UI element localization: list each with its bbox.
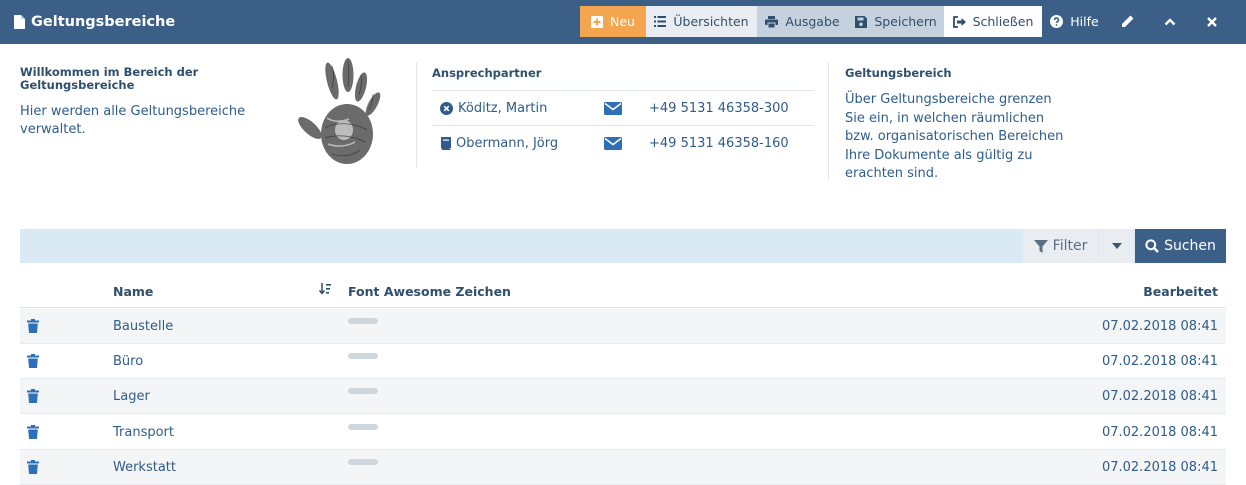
divider <box>828 62 829 180</box>
info-text: Über Geltungsbereiche grenzen Sie ein, i… <box>845 92 1064 181</box>
table-row[interactable]: Werkstatt 07.02.2018 08:41 <box>20 450 1226 485</box>
row-name: Werkstatt <box>113 460 176 475</box>
contact-phone: +49 5131 46358-300 <box>649 101 789 116</box>
print-icon <box>765 15 779 28</box>
print-button[interactable]: Ausgabe <box>757 6 848 37</box>
trash-icon[interactable] <box>27 319 39 333</box>
column-header-edited[interactable]: Bearbeitet <box>1143 284 1218 299</box>
caret-down-icon <box>1111 243 1122 249</box>
row-name: Transport <box>113 425 175 440</box>
table-header: Name Font Awesome Zeichen Bearbeitet <box>20 273 1226 308</box>
filter-button-label: Filter <box>1052 238 1088 254</box>
save-icon <box>855 15 868 28</box>
x-circle-icon <box>440 102 453 115</box>
contact-name: Obermann, Jörg <box>456 136 559 151</box>
contact-row: Obermann, Jörg +49 5131 46358-160 <box>432 125 814 160</box>
search-icon <box>1145 239 1159 253</box>
new-button[interactable]: Neu <box>580 6 646 37</box>
pencil-icon <box>1121 15 1133 27</box>
overviews-button-label: Übersichten <box>673 14 749 29</box>
new-button-label: Neu <box>610 14 635 29</box>
divider <box>416 62 417 168</box>
fa-placeholder <box>348 424 378 430</box>
trash-icon[interactable] <box>27 425 39 439</box>
window-title-text: Geltungsbereiche <box>31 14 176 30</box>
envelope-icon[interactable] <box>604 102 622 115</box>
column-header-name[interactable]: Name <box>113 284 153 299</box>
close-button[interactable] <box>1192 6 1232 37</box>
trash-icon[interactable] <box>27 389 39 403</box>
help-button-label: Hilfe <box>1070 14 1099 29</box>
table-row[interactable]: Lager 07.02.2018 08:41 <box>20 379 1226 414</box>
row-edited-date: 07.02.2018 08:41 <box>1101 354 1218 369</box>
fa-placeholder <box>348 353 378 359</box>
info-title: Geltungsbereich <box>845 66 952 80</box>
row-name: Baustelle <box>113 319 174 334</box>
sign-out-icon <box>952 15 966 28</box>
filter-button[interactable]: Filter <box>1023 229 1098 263</box>
search-button[interactable]: Suchen <box>1135 229 1226 263</box>
envelope-icon[interactable] <box>604 137 622 150</box>
row-edited-date: 07.02.2018 08:41 <box>1101 460 1218 475</box>
close-window-button-label: Schließen <box>972 14 1034 29</box>
search-button-label: Suchen <box>1164 238 1216 254</box>
fa-placeholder <box>348 459 378 465</box>
save-button[interactable]: Speichern <box>848 6 944 37</box>
sort-icon[interactable] <box>319 283 332 296</box>
window-title: Geltungsbereiche <box>14 0 175 44</box>
table-row[interactable]: Transport 07.02.2018 08:41 <box>20 415 1226 450</box>
close-window-button[interactable]: Schließen <box>944 6 1042 37</box>
contact-name-link[interactable]: Köditz, Martin <box>440 91 547 126</box>
chevron-up-icon <box>1164 17 1176 25</box>
collapse-button[interactable] <box>1150 6 1190 37</box>
save-button-label: Speichern <box>874 14 937 29</box>
trash-icon[interactable] <box>27 460 39 474</box>
row-edited-date: 07.02.2018 08:41 <box>1101 425 1218 440</box>
contact-phone: +49 5131 46358-160 <box>649 136 789 151</box>
overviews-button[interactable]: Übersichten <box>646 6 757 37</box>
filter-dropdown-button[interactable] <box>1099 229 1134 263</box>
book-icon <box>441 137 451 150</box>
plus-square-icon <box>591 15 604 28</box>
row-edited-date: 07.02.2018 08:41 <box>1101 389 1218 404</box>
row-name: Lager <box>113 389 150 404</box>
welcome-text: Hier werden alle Geltungsbereiche verwal… <box>20 104 246 137</box>
print-button-label: Ausgabe <box>785 14 840 29</box>
edit-button[interactable] <box>1107 6 1147 37</box>
table-row[interactable]: Baustelle 07.02.2018 08:41 <box>20 309 1226 344</box>
contact-name-link[interactable]: Obermann, Jörg <box>440 126 558 161</box>
contact-row: Köditz, Martin +49 5131 46358-300 <box>432 90 814 125</box>
handprint-image <box>298 58 381 164</box>
welcome-title: Willkommen im Bereich der Geltungsbereic… <box>20 65 199 92</box>
question-circle-icon <box>1050 15 1064 28</box>
trash-icon[interactable] <box>27 354 39 368</box>
filter-icon <box>1033 239 1048 253</box>
top-toolbar: Geltungsbereiche Neu Übersichten Ausgabe… <box>0 0 1246 44</box>
contacts-title: Ansprechpartner <box>432 66 542 80</box>
help-button[interactable]: Hilfe <box>1042 6 1107 37</box>
column-header-fa[interactable]: Font Awesome Zeichen <box>348 284 511 299</box>
row-name: Büro <box>113 354 144 369</box>
close-icon <box>1207 16 1217 27</box>
document-icon <box>14 15 25 29</box>
table-row[interactable]: Büro 07.02.2018 08:41 <box>20 344 1226 379</box>
row-edited-date: 07.02.2018 08:41 <box>1101 319 1218 334</box>
list-icon <box>654 16 667 27</box>
contact-name: Köditz, Martin <box>458 101 548 116</box>
fa-placeholder <box>348 388 378 394</box>
fa-placeholder <box>348 318 378 324</box>
